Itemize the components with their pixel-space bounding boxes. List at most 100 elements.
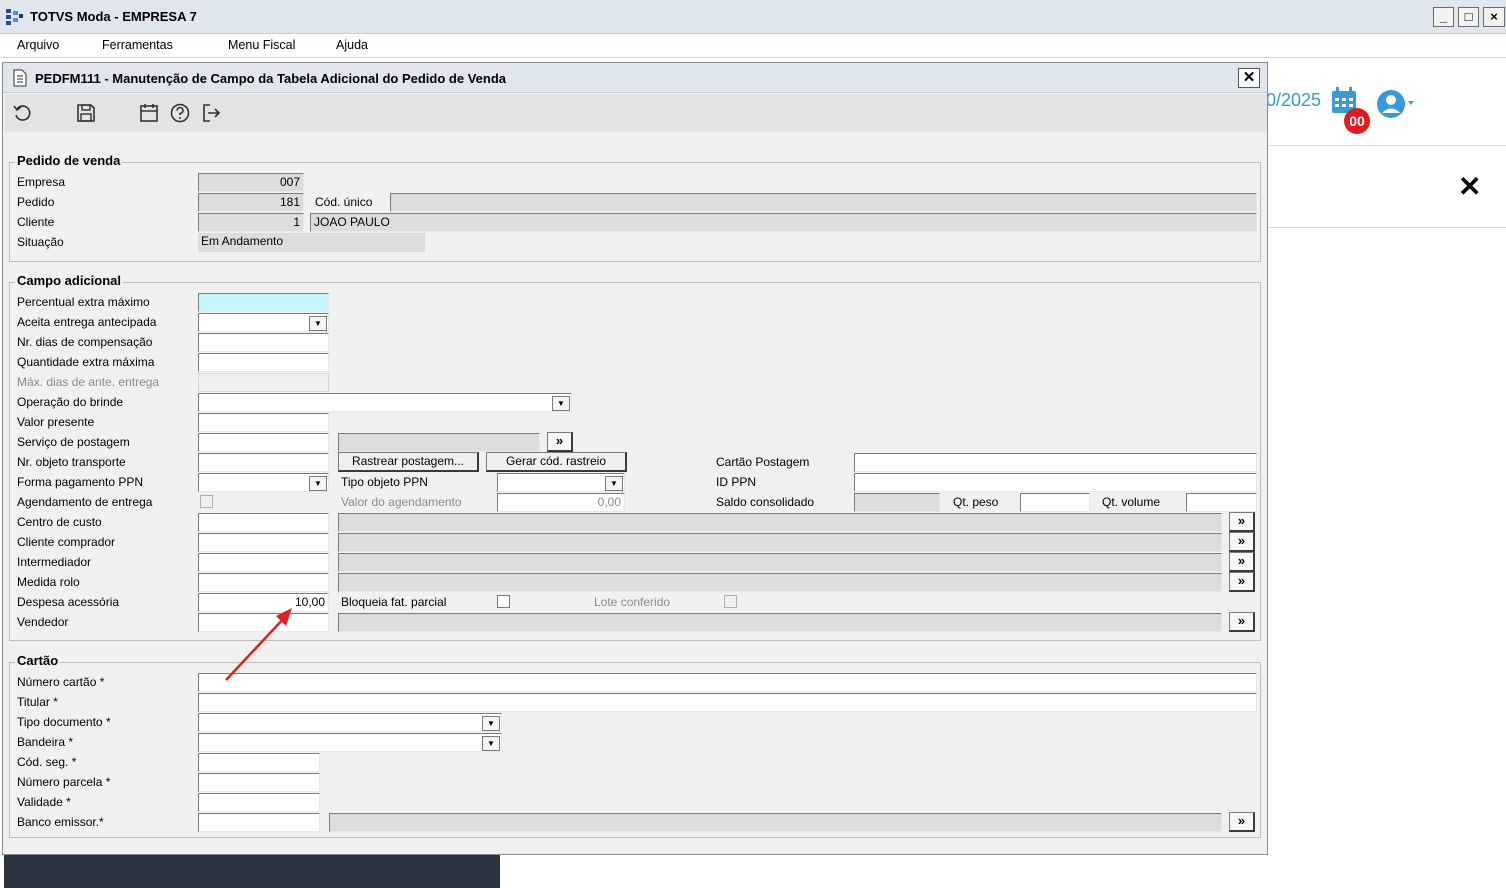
undo-icon[interactable] xyxy=(12,102,34,124)
agendamento-label: Agendamento de entrega xyxy=(17,495,153,509)
situacao-label: Situação xyxy=(17,235,64,249)
lote-label: Lote conferido xyxy=(594,595,671,609)
aceita-select[interactable]: ▼ xyxy=(198,313,329,332)
cliente-comprador-desc xyxy=(338,533,1222,552)
numero-cartao-input[interactable] xyxy=(198,673,1257,692)
annotation-arrow xyxy=(225,608,292,681)
chevron-down-icon[interactable]: ▼ xyxy=(605,476,623,491)
document-icon xyxy=(13,69,27,87)
cliente-comprador-input[interactable] xyxy=(198,533,329,552)
aceita-label: Aceita entrega antecipada xyxy=(17,315,157,329)
nr-objeto-label: Nr. objeto transporte xyxy=(17,455,126,469)
cartao-legend: Cartão xyxy=(15,653,61,668)
cod-seg-label: Cód. seg. * xyxy=(17,755,77,769)
percentual-label: Percentual extra máximo xyxy=(17,295,150,309)
banco-emissor-label: Banco emissor.* xyxy=(17,815,104,829)
empresa-label: Empresa xyxy=(17,175,66,189)
banco-emissor-zoom-button[interactable]: » xyxy=(1229,812,1255,832)
chevron-down-icon[interactable]: ▼ xyxy=(482,736,500,751)
pedfm111-dialog: PEDFM111 - Manutenção de Campo da Tabela… xyxy=(2,62,1268,855)
centro-custo-input[interactable] xyxy=(198,513,329,532)
chevron-down-icon[interactable]: ▼ xyxy=(309,316,327,331)
minimize-button[interactable]: _ xyxy=(1433,7,1454,27)
qt-volume-input[interactable] xyxy=(1186,493,1257,512)
centro-custo-zoom-button[interactable]: » xyxy=(1229,512,1255,532)
save-icon[interactable] xyxy=(75,102,97,124)
servico-input[interactable] xyxy=(198,433,329,452)
medida-rolo-desc xyxy=(338,573,1222,592)
pedido-legend: Pedido de venda xyxy=(15,153,123,168)
maximize-button[interactable]: □ xyxy=(1458,7,1479,27)
qt-peso-input[interactable] xyxy=(1020,493,1090,512)
qtd-extra-input[interactable] xyxy=(198,353,329,372)
dialog-toolbar xyxy=(5,94,1267,132)
servico-desc-field xyxy=(338,433,540,452)
vendedor-label: Vendedor xyxy=(17,615,69,629)
nr-dias-label: Nr. dias de compensação xyxy=(17,335,153,349)
validade-input[interactable] xyxy=(198,793,320,812)
bloqueia-label: Bloqueia fat. parcial xyxy=(341,595,447,609)
exit-icon[interactable] xyxy=(200,102,222,124)
tipo-documento-select[interactable]: ▼ xyxy=(198,713,502,732)
pedido-field[interactable]: 181 xyxy=(198,193,304,212)
banco-emissor-input[interactable] xyxy=(198,813,320,832)
app-title: TOTVS Moda - EMPRESA 7 xyxy=(30,9,197,24)
forma-pagamento-select[interactable]: ▼ xyxy=(198,473,329,492)
tipo-objeto-label: Tipo objeto PPN xyxy=(341,475,428,489)
centro-custo-label: Centro de custo xyxy=(17,515,102,529)
cliente-name-field[interactable]: JOAO PAULO xyxy=(310,213,1257,232)
valor-presente-input[interactable] xyxy=(198,413,329,432)
dialog-close-button[interactable]: ✕ xyxy=(1238,68,1260,88)
numero-cartao-label: Número cartão * xyxy=(17,675,105,689)
menu-ferramentas[interactable]: Ferramentas xyxy=(102,38,173,52)
medida-rolo-input[interactable] xyxy=(198,573,329,592)
medida-rolo-zoom-button[interactable]: » xyxy=(1229,572,1255,592)
nr-objeto-input[interactable] xyxy=(198,453,329,472)
chevron-down-icon[interactable]: ▼ xyxy=(482,716,500,731)
close-icon[interactable]: ✕ xyxy=(1458,170,1481,203)
help-icon[interactable] xyxy=(169,102,191,124)
chevron-down-icon[interactable]: ▼ xyxy=(309,476,327,491)
rastrear-postagem-button[interactable]: Rastrear postagem... xyxy=(338,452,479,472)
bandeira-select[interactable]: ▼ xyxy=(198,733,502,752)
tipo-documento-label: Tipo documento * xyxy=(17,715,111,729)
user-avatar-icon[interactable] xyxy=(1376,89,1416,119)
max-dias-input xyxy=(198,373,329,392)
menu-bar: Arquivo Ferramentas Menu Fiscal Ajuda xyxy=(0,34,1506,58)
notification-badge: 00 xyxy=(1344,108,1370,134)
cliente-code-field[interactable]: 1 xyxy=(198,213,304,232)
empresa-field[interactable]: 007 xyxy=(198,173,304,192)
cliente-comprador-label: Cliente comprador xyxy=(17,535,116,549)
nr-dias-input[interactable] xyxy=(198,333,329,352)
operacao-select[interactable]: ▼ xyxy=(198,393,572,412)
chevron-down-icon[interactable]: ▼ xyxy=(552,396,570,411)
menu-arquivo[interactable]: Arquivo xyxy=(17,38,59,52)
calendar-icon[interactable] xyxy=(138,102,160,124)
gerar-cod-rastreio-button[interactable]: Gerar cód. rastreio xyxy=(486,452,627,472)
servico-zoom-button[interactable]: » xyxy=(547,432,573,452)
intermediador-input[interactable] xyxy=(198,553,329,572)
menu-ajuda[interactable]: Ajuda xyxy=(336,38,368,52)
lote-checkbox[interactable] xyxy=(724,595,737,608)
percentual-input[interactable] xyxy=(198,293,329,312)
saldo-label: Saldo consolidado xyxy=(716,495,815,509)
max-dias-label: Máx. dias de ante. entrega xyxy=(17,375,160,389)
cod-unico-field[interactable] xyxy=(390,193,1257,212)
id-ppn-input[interactable] xyxy=(854,473,1257,492)
close-app-button[interactable]: × xyxy=(1483,7,1505,27)
intermediador-zoom-button[interactable]: » xyxy=(1229,552,1255,572)
cartao-postagem-input[interactable] xyxy=(854,453,1257,472)
vendedor-zoom-button[interactable]: » xyxy=(1229,612,1255,632)
menu-menu-fiscal[interactable]: Menu Fiscal xyxy=(228,38,295,52)
cliente-comprador-zoom-button[interactable]: » xyxy=(1229,532,1255,552)
cliente-label: Cliente xyxy=(17,215,55,229)
tipo-objeto-select[interactable]: ▼ xyxy=(497,473,625,492)
titular-input[interactable] xyxy=(198,693,1257,712)
saldo-field xyxy=(854,493,940,512)
agendamento-checkbox[interactable] xyxy=(200,495,213,508)
cod-seg-input[interactable] xyxy=(198,753,320,772)
app-title-bar: TOTVS Moda - EMPRESA 7 _ □ × xyxy=(0,0,1506,34)
bloqueia-checkbox[interactable] xyxy=(497,595,510,608)
titular-label: Titular * xyxy=(17,695,58,709)
numero-parcela-input[interactable] xyxy=(198,773,320,792)
